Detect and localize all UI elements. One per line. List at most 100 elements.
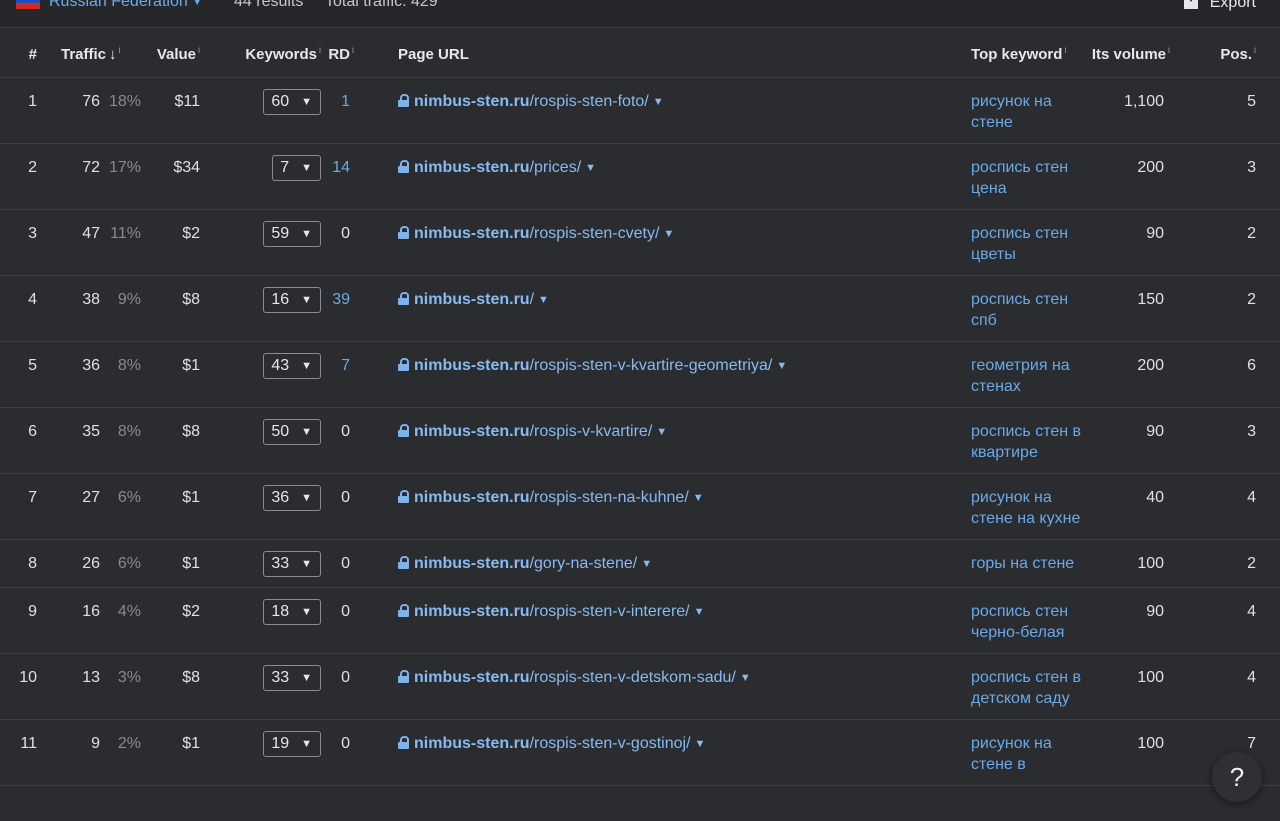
row-number: 11 [0,719,61,786]
info-icon[interactable]: i [1064,45,1066,55]
url-domain-link[interactable]: nimbus-sten.ru [414,735,530,752]
help-button[interactable]: ? [1212,752,1262,802]
info-icon[interactable]: i [1254,45,1256,55]
info-icon[interactable]: i [198,45,200,55]
top-keyword-link[interactable]: рисунок на стене в [971,733,1089,775]
url-menu-arrow-icon[interactable]: ▼ [693,492,704,504]
keywords-dropdown[interactable]: 33 ▼ [263,664,322,691]
url-menu-arrow-icon[interactable]: ▼ [695,738,706,750]
row-position: 5 [1194,77,1280,144]
referring-domains-count[interactable]: 39 [332,291,350,308]
info-icon[interactable]: i [119,45,121,55]
row-rd[interactable]: 39 [321,275,375,342]
keywords-dropdown[interactable]: 16 ▼ [263,286,322,313]
referring-domains-count: 0 [341,668,351,686]
row-page-url: nimbus-sten.ru/rospis-sten-v-kvartire-ge… [374,341,972,408]
url-menu-arrow-icon[interactable]: ▼ [663,228,674,240]
url-menu-arrow-icon[interactable]: ▼ [585,162,596,174]
url-domain-link[interactable]: nimbus-sten.ru [414,93,530,110]
top-keyword-link[interactable]: роспись стен цветы [971,223,1089,265]
url-path-link[interactable]: /rospis-v-kvartire/ [530,423,653,440]
row-traffic-percent: 3% [100,653,144,720]
row-number: 4 [0,275,61,342]
url-menu-arrow-icon[interactable]: ▼ [653,96,664,108]
keywords-dropdown[interactable]: 59 ▼ [263,220,322,247]
table-row: 1 76 18% $11 60 ▼ 1 nimbus-sten.ru/rospis-sten-… [0,77,1280,144]
top-keyword-link[interactable]: роспись стен цена [971,157,1089,199]
col-header-its-volume[interactable]: Its volume i [1090,32,1195,78]
lock-icon [398,423,410,437]
referring-domains-count[interactable]: 7 [341,357,350,374]
url-domain-link[interactable]: nimbus-sten.ru [414,423,530,440]
url-path-link[interactable]: /prices/ [530,159,582,176]
info-icon[interactable]: i [1168,45,1170,55]
url-domain-link[interactable]: nimbus-sten.ru [414,159,530,176]
url-path-link[interactable]: /rospis-sten-v-kvartire-geometriya/ [530,357,773,374]
url-domain-link[interactable]: nimbus-sten.ru [414,291,530,308]
keywords-dropdown[interactable]: 50 ▼ [263,418,322,445]
lock-icon [398,489,410,503]
col-header-keywords[interactable]: Keywords i [226,32,322,78]
url-path-link[interactable]: /rospis-sten-foto/ [530,93,649,110]
row-top-keyword-cell: роспись стен цветы [971,209,1091,276]
row-rd[interactable]: 7 [321,341,375,408]
col-header-num[interactable]: # [0,32,61,78]
col-header-traffic[interactable]: Traffic ↓ i [61,32,144,78]
url-domain-link[interactable]: nimbus-sten.ru [414,225,530,242]
export-button[interactable]: Export [1183,0,1256,12]
url-menu-arrow-icon[interactable]: ▼ [641,558,652,570]
col-header-rd[interactable]: RD i [321,32,375,78]
lock-icon [398,669,410,683]
col-header-top-keyword[interactable]: Top keyword i [971,32,1091,78]
top-keyword-link[interactable]: горы на стене [971,553,1089,574]
country-selector[interactable]: Russian Federation ▼ [49,0,203,11]
url-path-link[interactable]: /rospis-sten-v-detskom-sadu/ [530,669,736,686]
url-path-link[interactable]: /rospis-sten-v-gostinoj/ [530,735,691,752]
row-top-keyword-cell: горы на стене [971,539,1091,588]
keywords-dropdown[interactable]: 7 ▼ [272,154,322,181]
url-domain-link[interactable]: nimbus-sten.ru [414,555,530,572]
row-page-url: nimbus-sten.ru/rospis-sten-foto/ ▼ [374,77,972,144]
top-keyword-link[interactable]: роспись стен в квартире [971,421,1089,463]
top-keyword-link[interactable]: рисунок на стене на кухне [971,487,1089,529]
url-domain-link[interactable]: nimbus-sten.ru [414,489,530,506]
col-header-page-url[interactable]: Page URL [374,32,972,78]
keywords-dropdown[interactable]: 43 ▼ [263,352,322,379]
url-menu-arrow-icon[interactable]: ▼ [694,606,705,618]
url-domain-link[interactable]: nimbus-sten.ru [414,357,530,374]
url-menu-arrow-icon[interactable]: ▼ [538,294,549,306]
url-domain-link[interactable]: nimbus-sten.ru [414,603,530,620]
col-header-value[interactable]: Value i [143,32,227,78]
keywords-dropdown[interactable]: 36 ▼ [263,484,322,511]
keywords-dropdown[interactable]: 60 ▼ [263,88,322,115]
keywords-count: 19 [271,734,290,752]
col-header-pos[interactable]: Pos. i [1194,32,1280,78]
top-keyword-link[interactable]: роспись стен в детском саду [971,667,1089,709]
info-icon[interactable]: i [352,45,354,55]
referring-domains-count[interactable]: 14 [332,159,350,176]
info-icon[interactable]: i [319,45,321,55]
top-keyword-link[interactable]: геометрия на стенах [971,355,1089,397]
url-path-link[interactable]: /rospis-sten-na-kuhne/ [530,489,689,506]
top-keyword-link[interactable]: роспись стен спб [971,289,1089,331]
keywords-dropdown[interactable]: 33 ▼ [263,550,322,577]
row-value: $1 [143,719,227,786]
url-menu-arrow-icon[interactable]: ▼ [656,426,667,438]
row-traffic-percent: 9% [100,275,144,342]
url-menu-arrow-icon[interactable]: ▼ [740,672,751,684]
url-path-link[interactable]: / [530,291,534,308]
url-path-link[interactable]: /rospis-sten-v-interere/ [530,603,690,620]
url-domain-link[interactable]: nimbus-sten.ru [414,669,530,686]
row-rd[interactable]: 14 [321,143,375,210]
row-rd[interactable]: 1 [321,77,375,144]
top-keyword-link[interactable]: рисунок на стене [971,91,1089,133]
url-menu-arrow-icon[interactable]: ▼ [776,360,787,372]
keywords-dropdown[interactable]: 18 ▼ [263,598,322,625]
url-path-link[interactable]: /gory-na-stene/ [530,555,638,572]
top-keyword-link[interactable]: роспись стен черно-белая [971,601,1089,643]
download-icon [1183,0,1198,9]
keywords-count: 18 [271,602,290,620]
url-path-link[interactable]: /rospis-sten-cvety/ [530,225,660,242]
keywords-dropdown[interactable]: 19 ▼ [263,730,322,757]
referring-domains-count[interactable]: 1 [341,93,350,110]
